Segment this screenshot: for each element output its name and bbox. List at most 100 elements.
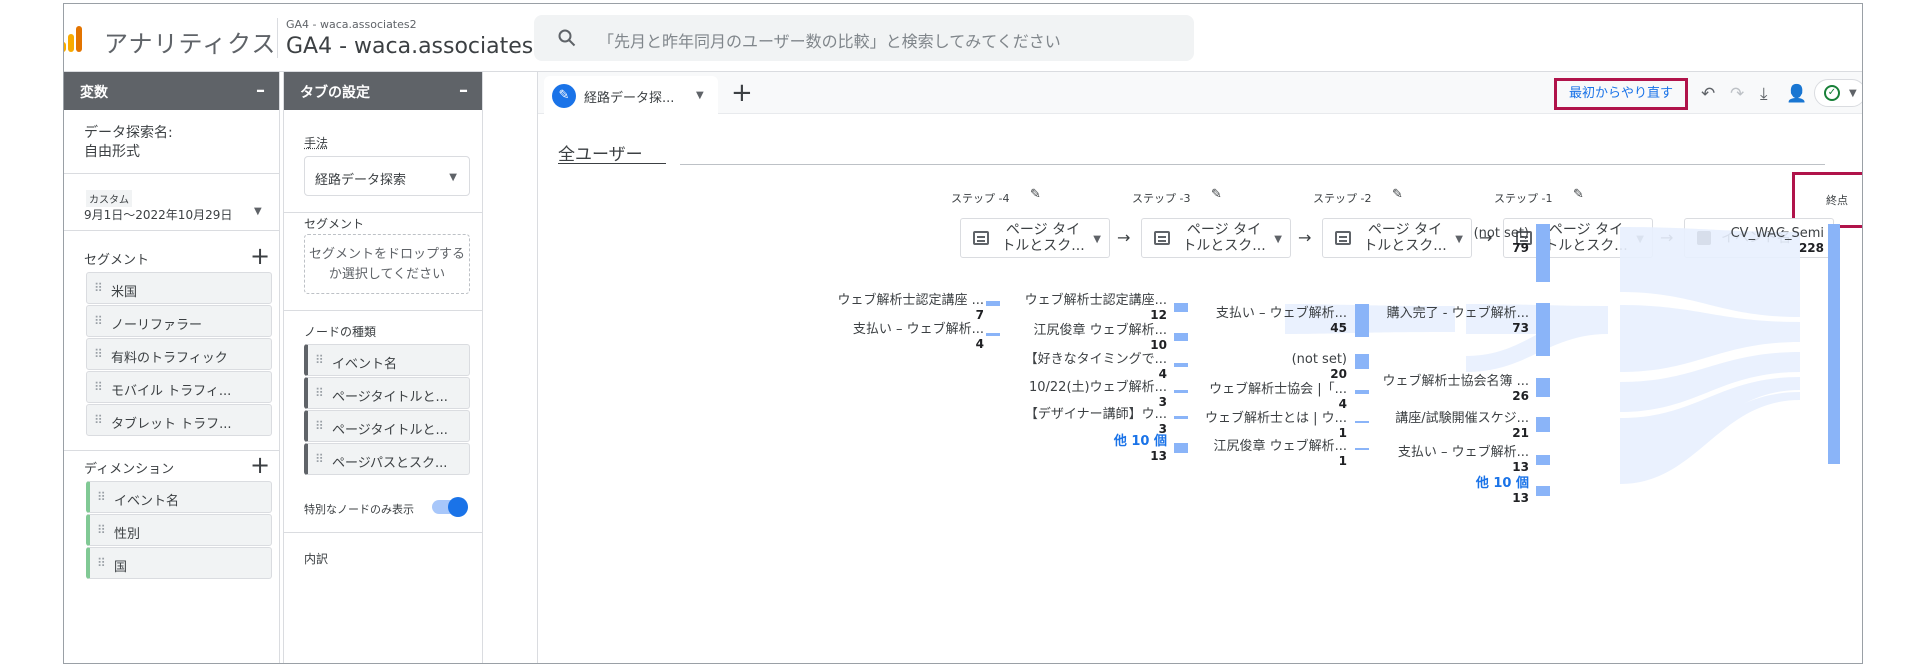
tab-settings-minimize-button[interactable]: – <box>459 80 468 101</box>
node-bar[interactable] <box>1355 421 1369 423</box>
page-icon <box>1335 231 1351 245</box>
node-bar[interactable] <box>1174 333 1188 341</box>
node-bar[interactable] <box>1355 390 1369 394</box>
node-step-minus2[interactable]: (not set) 20 <box>1292 353 1347 382</box>
drag-handle-icon[interactable]: ⠿ <box>94 347 103 361</box>
node-bar[interactable] <box>1536 224 1550 282</box>
segment-chip[interactable]: ⠿ 米国 <box>86 272 272 304</box>
node-step-minus2[interactable]: ウェブ解析士とは | ウ... 1 <box>1205 412 1347 441</box>
variables-minimize-button[interactable]: – <box>256 80 265 101</box>
drag-handle-icon[interactable]: ⠿ <box>97 556 106 570</box>
special-nodes-toggle[interactable] <box>432 497 468 517</box>
restart-button[interactable]: 最初からやり直す <box>1554 78 1688 110</box>
segment-chip[interactable]: ⠿ 有料のトラフィック <box>86 338 272 370</box>
node-bar[interactable] <box>1355 304 1369 337</box>
node-bar[interactable] <box>1536 486 1550 496</box>
node-step-minus4[interactable]: ウェブ解析士認定講座 ... 7 <box>837 294 984 323</box>
date-range-caret-icon[interactable]: ▼ <box>254 206 262 217</box>
segment-chip[interactable]: ⠿ ノーリファラー <box>86 305 272 337</box>
segment-name[interactable]: 全ユーザー <box>558 140 643 165</box>
node-type-chip[interactable]: ⠿ ページタイトルと... <box>304 410 470 442</box>
tab-settings-header: タブの設定 – <box>284 72 482 110</box>
download-icon[interactable]: ⤓ <box>1760 84 1768 104</box>
drag-handle-icon[interactable]: ⠿ <box>94 281 103 295</box>
property-name[interactable]: GA4 - waca.associates2 <box>286 34 547 59</box>
add-segment-button[interactable]: + <box>250 244 270 268</box>
date-range-selector[interactable]: 9月1日～2022年10月29日 <box>84 206 232 223</box>
node-step-minus4[interactable]: 支払い – ウェブ解析... 4 <box>853 323 984 352</box>
step-minus3-dimension-select[interactable]: ページ タイトルとスク... ▼ <box>1141 218 1291 258</box>
tab-path-exploration[interactable]: ✎ 経路データ探... ▼ <box>544 76 718 114</box>
edit-pencil-icon[interactable]: ✎ <box>1573 187 1584 202</box>
add-dimension-button[interactable]: + <box>250 453 270 477</box>
status-check-button[interactable]: ✓ ▼ <box>1814 79 1862 107</box>
endpoint-bar[interactable] <box>1828 224 1840 464</box>
drag-handle-icon[interactable]: ⠿ <box>97 523 106 537</box>
drag-handle-icon[interactable]: ⠿ <box>315 353 324 367</box>
node-type-chip[interactable]: ⠿ イベント名 <box>304 344 470 376</box>
segment-chip[interactable]: ⠿ モバイル トラフィ... <box>86 371 272 403</box>
node-step-minus3[interactable]: ウェブ解析士認定講座... 12 <box>1025 294 1167 323</box>
share-user-icon[interactable]: 👤 <box>1786 84 1807 104</box>
edit-pencil-icon[interactable]: ✎ <box>1211 187 1222 202</box>
drag-handle-icon[interactable]: ⠿ <box>315 386 324 400</box>
node-bar[interactable] <box>1536 378 1550 397</box>
undo-icon[interactable]: ↶ <box>1701 84 1715 104</box>
node-step-minus1[interactable]: ウェブ解析士協会名簿 ... 26 <box>1382 375 1529 404</box>
node-bar[interactable] <box>1174 390 1188 393</box>
node-step-minus1[interactable]: 購入完了 - ウェブ解析... 73 <box>1387 307 1529 336</box>
node-step-minus1[interactable]: 講座/試験開催スケジ... 21 <box>1395 412 1529 441</box>
node-bar[interactable] <box>1174 443 1188 453</box>
node-step-minus1[interactable]: (not set) 79 <box>1474 227 1529 256</box>
drag-handle-icon[interactable]: ⠿ <box>97 490 106 504</box>
step-minus2-dimension-select[interactable]: ページ タイトルとスク... ▼ <box>1322 218 1472 258</box>
segment-chip[interactable]: ⠿ タブレット トラフ... <box>86 404 272 436</box>
node-bar[interactable] <box>1355 354 1369 369</box>
node-bar[interactable] <box>986 333 1000 336</box>
exploration-name-field[interactable]: 自由形式 <box>84 141 140 161</box>
step-minus4-label: ステップ -4 <box>951 192 1010 205</box>
drag-handle-icon[interactable]: ⠿ <box>94 314 103 328</box>
node-step-minus3[interactable]: 江尻俊章 ウェブ解析... 10 <box>1033 324 1167 353</box>
step-minus4-dimension-select[interactable]: ページ タイトルとスク... ▼ <box>960 218 1110 258</box>
node-step-minus1-more[interactable]: 他 10 個 13 <box>1476 477 1529 506</box>
account-name[interactable]: GA4 - waca.associates2 <box>286 18 417 31</box>
node-bar[interactable] <box>1536 417 1550 432</box>
node-type-chip[interactable]: ⠿ ページタイトルと... <box>304 377 470 409</box>
node-bar[interactable] <box>1536 455 1550 465</box>
edit-pencil-icon[interactable]: ✎ <box>1392 187 1403 202</box>
drag-handle-icon[interactable]: ⠿ <box>315 452 324 466</box>
redo-icon[interactable]: ↷ <box>1730 84 1744 104</box>
app-title[interactable]: アナリティクス <box>104 24 276 59</box>
node-bar[interactable] <box>1174 416 1188 419</box>
dimension-chip[interactable]: ⠿ 性別 <box>86 514 272 546</box>
node-step-minus3[interactable]: 10/22(土)ウェブ解析... 3 <box>1029 381 1167 410</box>
node-bar[interactable] <box>1536 303 1550 356</box>
dimension-chip[interactable]: ⠿ イベント名 <box>86 481 272 513</box>
drag-handle-icon[interactable]: ⠿ <box>94 413 103 427</box>
node-step-minus2[interactable]: 江尻俊章 ウェブ解析... 1 <box>1213 440 1347 469</box>
node-step-minus3[interactable]: 【好きなタイミングで... 4 <box>1025 353 1167 382</box>
drag-handle-icon[interactable]: ⠿ <box>94 380 103 394</box>
technique-select[interactable]: 経路データ探索 ▼ <box>304 156 470 196</box>
drag-handle-icon[interactable]: ⠿ <box>315 419 324 433</box>
add-tab-button[interactable]: + <box>731 78 753 108</box>
node-bar[interactable] <box>1355 448 1369 450</box>
search-bar[interactable]: 「先月と昨年同月のユーザー数の比較」と検索してみてください <box>534 15 1194 61</box>
node-endpoint[interactable]: CV_WAC_Semi 228 <box>1731 227 1824 256</box>
node-bar[interactable] <box>1174 303 1188 312</box>
chevron-down-icon[interactable]: ▼ <box>696 90 704 101</box>
node-step-minus3-more[interactable]: 他 10 個 13 <box>1114 435 1167 464</box>
node-bar[interactable] <box>1174 363 1188 367</box>
segment-dropzone[interactable]: セグメントをドロップするか選択してください <box>304 234 470 294</box>
node-bar[interactable] <box>986 301 1000 306</box>
node-type-chip[interactable]: ⠿ ページパスとスク... <box>304 443 470 475</box>
node-step-minus3[interactable]: 【デザイナー講師】ウ... 3 <box>1025 408 1167 437</box>
node-step-minus2[interactable]: 支払い – ウェブ解析... 45 <box>1216 307 1347 336</box>
edit-pencil-icon[interactable]: ✎ <box>1030 187 1041 202</box>
search-placeholder[interactable]: 「先月と昨年同月のユーザー数の比較」と検索してみてください <box>598 28 1061 52</box>
dimension-chip[interactable]: ⠿ 国 <box>86 547 272 579</box>
node-step-minus2[interactable]: ウェブ解析士協会 |「... 4 <box>1209 383 1347 412</box>
node-step-minus1[interactable]: 支払い – ウェブ解析... 13 <box>1398 446 1529 475</box>
node-value: 13 <box>1512 460 1529 474</box>
